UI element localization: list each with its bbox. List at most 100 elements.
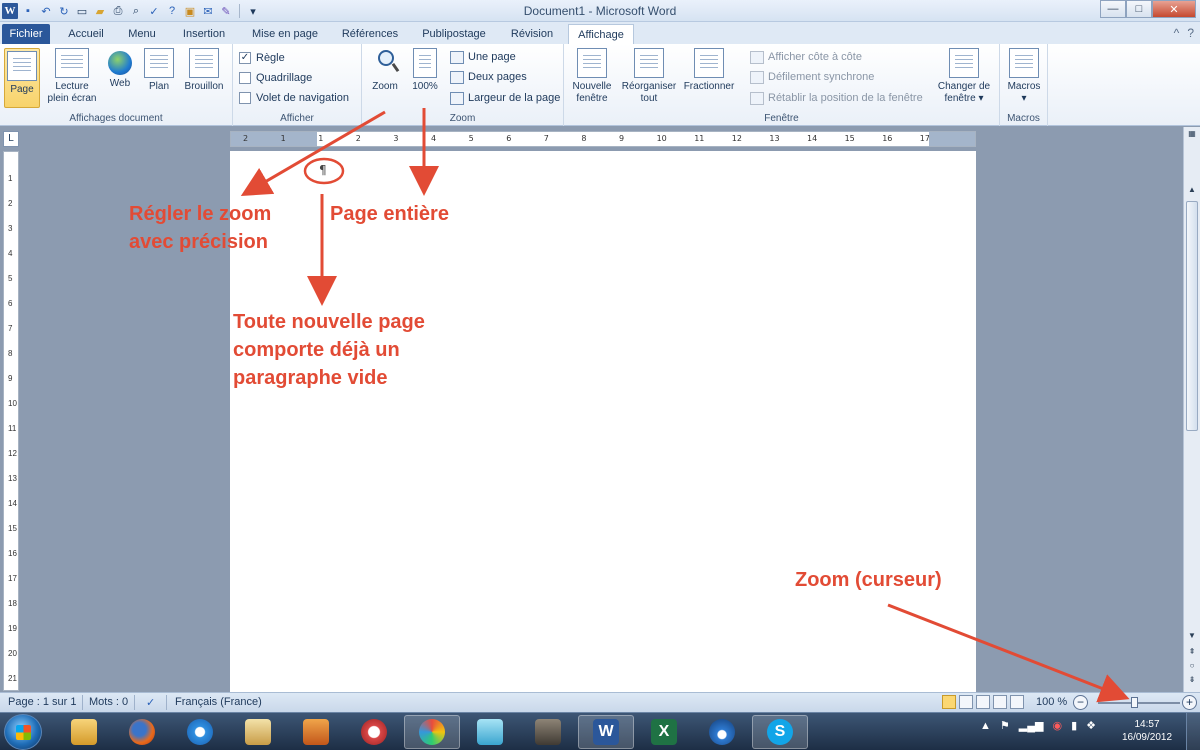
full-screen-reading-icon <box>55 48 89 78</box>
one-page-button[interactable]: Une page <box>450 49 516 65</box>
zoom-slider-track[interactable] <box>1098 702 1180 704</box>
new-window-button[interactable]: Nouvelle fenêtre <box>568 48 616 105</box>
proofing-icon[interactable]: ✓ <box>146 696 155 709</box>
annotation-full-page: Page entière <box>330 203 449 225</box>
taskbar-skype[interactable]: S <box>752 715 808 749</box>
draft-view-icon[interactable] <box>1010 695 1024 709</box>
start-button[interactable] <box>4 714 42 750</box>
volume-muted-icon[interactable]: ◉ <box>1052 719 1062 732</box>
gridlines-checkbox[interactable] <box>239 72 251 84</box>
taskbar-snipping-tool[interactable] <box>346 715 402 749</box>
full-screen-reading-label: Lecture plein écran <box>47 81 97 104</box>
navigation-pane-checkbox[interactable] <box>239 92 251 104</box>
draft-view-button[interactable]: Brouillon <box>180 48 228 93</box>
web-view-button[interactable]: Web <box>104 48 136 90</box>
view-shortcuts <box>942 695 1024 709</box>
page-width-button[interactable]: Largeur de la page <box>450 90 560 106</box>
network-signal-icon[interactable]: ▂▄▆ <box>1019 719 1044 732</box>
browse-object-icon[interactable]: ○ <box>1184 661 1200 670</box>
tab-accueil[interactable]: Accueil <box>58 24 114 44</box>
arrange-all-button[interactable]: Réorganiser tout <box>618 48 680 105</box>
outline-view-button[interactable]: Plan <box>142 48 176 93</box>
one-page-label: Une page <box>468 51 516 63</box>
navigation-pane-checkbox-row[interactable]: Volet de navigation <box>239 90 349 106</box>
ruler-checkbox-row[interactable]: ✓ Règle <box>239 50 285 66</box>
split-button[interactable]: Fractionner <box>680 48 738 93</box>
system-clock[interactable]: 14:57 16/09/2012 <box>1118 718 1176 744</box>
tab-fichier[interactable]: Fichier <box>2 24 50 44</box>
vertical-ruler-tick: 7 <box>8 324 13 333</box>
switch-windows-button[interactable]: Changer de fenêtre ▾ <box>932 48 996 105</box>
close-button[interactable]: ✕ <box>1152 0 1196 18</box>
web-layout-view-icon[interactable] <box>976 695 990 709</box>
zoom-out-button[interactable]: − <box>1073 695 1088 710</box>
action-center-flag-icon[interactable]: ⚑ <box>1000 719 1010 732</box>
vertical-ruler-tick: 19 <box>8 624 17 633</box>
taskbar-photo-viewer[interactable] <box>230 715 286 749</box>
reset-window-position-button[interactable]: Rétablir la position de la fenêtre <box>750 90 923 106</box>
document-page[interactable]: ¶ <box>230 151 976 692</box>
synchronous-scrolling-button[interactable]: Défilement synchrone <box>750 69 874 85</box>
zoom-in-button[interactable]: + <box>1182 695 1197 710</box>
previous-page-icon[interactable]: ⇞ <box>1184 647 1200 656</box>
taskbar-paint[interactable] <box>404 715 460 749</box>
two-pages-button[interactable]: Deux pages <box>450 69 527 85</box>
ruler-tick: 13 <box>769 134 780 143</box>
tab-mise-en-page[interactable]: Mise en page <box>244 24 326 44</box>
vertical-ruler-tick: 18 <box>8 599 17 608</box>
arrange-all-icon <box>634 48 664 78</box>
vertical-ruler[interactable]: 1 2 3 4 5 6 7 8 9 10 11 12 13 14 15 16 17 18 19 20 21 <box>3 151 19 691</box>
taskbar-gimp[interactable] <box>520 715 576 749</box>
taskbar-ie[interactable] <box>172 715 228 749</box>
zoom-slider-thumb[interactable] <box>1130 697 1138 708</box>
next-page-icon[interactable]: ⇟ <box>1184 675 1200 684</box>
status-separator <box>166 695 167 710</box>
vertical-scrollbar[interactable]: ▦ ▲ ▼ ⇞ ○ ⇟ <box>1183 127 1200 692</box>
group-label-views: Affichages document <box>69 113 163 124</box>
scroll-down-icon[interactable]: ▼ <box>1184 631 1200 640</box>
collapse-ribbon-icon[interactable]: ^ <box>1174 26 1180 40</box>
ribbon: Page Lecture plein écran Web Plan Brouil… <box>0 44 1200 126</box>
tab-insertion[interactable]: Insertion <box>172 24 236 44</box>
horizontal-ruler[interactable]: 2 1 1 2 3 4 5 6 7 8 9 10 11 12 13 14 15 16 17 18 <box>230 131 976 147</box>
taskbar-excel[interactable]: X <box>636 715 692 749</box>
tab-menu[interactable]: Menu <box>118 24 166 44</box>
taskbar-firefox[interactable] <box>114 715 170 749</box>
language-indicator[interactable]: Français (France) <box>175 696 262 708</box>
tab-references[interactable]: Références <box>334 24 406 44</box>
battery-icon[interactable]: ▮ <box>1071 719 1077 732</box>
zoom-button[interactable]: Zoom <box>368 48 402 93</box>
zoom-level[interactable]: 100 % <box>1036 696 1067 708</box>
maximize-button[interactable]: □ <box>1126 0 1152 18</box>
gridlines-checkbox-row[interactable]: Quadrillage <box>239 70 312 86</box>
scroll-thumb[interactable] <box>1186 201 1198 431</box>
full-screen-reading-button[interactable]: Lecture plein écran <box>44 48 100 105</box>
scroll-up-icon[interactable]: ▲ <box>1184 185 1200 194</box>
page-count[interactable]: Page : 1 sur 1 <box>8 696 77 708</box>
ruler-toggle-icon[interactable]: ▦ <box>1184 129 1200 138</box>
taskbar-explorer[interactable] <box>56 715 112 749</box>
view-side-by-side-button[interactable]: Afficher côte à côte <box>750 49 862 65</box>
tab-publipostage[interactable]: Publipostage <box>414 24 494 44</box>
page-view-button[interactable]: Page <box>4 48 40 108</box>
ruler-checkbox[interactable]: ✓ <box>239 52 251 64</box>
tray-expand-icon[interactable]: ▲ <box>980 720 991 732</box>
vertical-ruler-tick: 8 <box>8 349 13 358</box>
zoom-100-button[interactable]: 100% <box>408 48 442 93</box>
macros-button[interactable]: Macros ▾ <box>1004 48 1044 105</box>
show-desktop-button[interactable] <box>1186 713 1200 750</box>
minimize-button[interactable]: — <box>1100 0 1126 18</box>
taskbar-notepad[interactable] <box>462 715 518 749</box>
taskbar-word[interactable]: W <box>578 715 634 749</box>
outline-view-icon[interactable] <box>993 695 1007 709</box>
taskbar-thunderbird[interactable] <box>694 715 750 749</box>
full-screen-view-icon[interactable] <box>959 695 973 709</box>
dropbox-icon[interactable]: ❖ <box>1086 719 1096 732</box>
tab-affichage[interactable]: Affichage <box>568 24 634 45</box>
help-icon[interactable]: ? <box>1187 26 1194 40</box>
tab-selector[interactable]: L <box>3 131 19 147</box>
tab-revision[interactable]: Révision <box>502 24 562 44</box>
word-count[interactable]: Mots : 0 <box>89 696 128 708</box>
taskbar-media-player[interactable] <box>288 715 344 749</box>
print-layout-view-icon[interactable] <box>942 695 956 709</box>
